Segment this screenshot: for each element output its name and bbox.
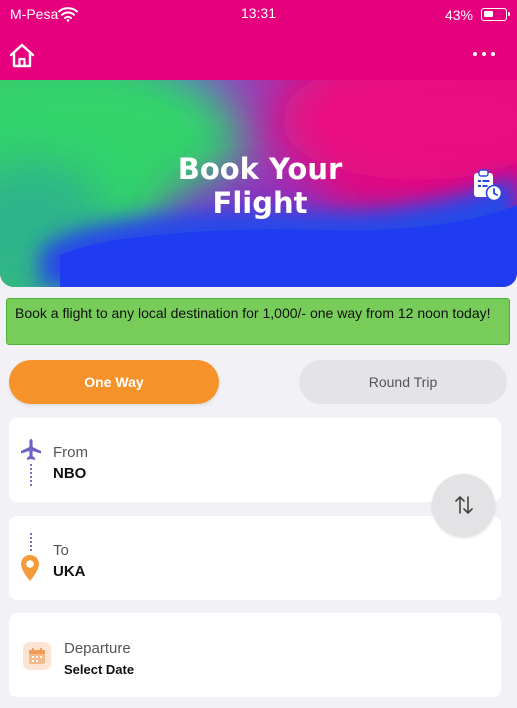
swap-destinations-button[interactable]	[432, 474, 495, 537]
round-trip-button[interactable]: Round Trip	[299, 360, 507, 404]
page-title-line-2: Flight	[212, 186, 308, 220]
promo-banner: Book a flight to any local destination f…	[6, 298, 510, 345]
menu-dot	[482, 52, 486, 56]
home-icon[interactable]	[8, 42, 36, 70]
page-title: Book Your Flight	[0, 152, 517, 220]
route-dotted-line	[30, 533, 32, 553]
departure-date-field[interactable]: Departure Select Date	[9, 613, 501, 697]
menu-dot	[473, 52, 477, 56]
app-bar	[0, 30, 517, 80]
plane-departure-icon	[21, 439, 41, 460]
calendar-icon-badge	[23, 642, 51, 670]
from-airport-field[interactable]: From NBO	[9, 418, 501, 502]
departure-value: Select Date	[64, 662, 135, 677]
location-pin-icon	[21, 555, 39, 581]
to-value: UKA	[53, 563, 86, 580]
calendar-icon	[29, 648, 45, 664]
from-value: NBO	[53, 465, 87, 482]
to-airport-field[interactable]: To UKA	[9, 516, 501, 600]
route-dotted-line	[30, 464, 32, 486]
battery-icon	[481, 8, 510, 21]
menu-dot	[491, 52, 495, 56]
one-way-button[interactable]: One Way	[9, 360, 219, 404]
departure-label: Departure	[64, 640, 131, 657]
battery-percentage: 43%	[444, 7, 473, 23]
status-time: 13:31	[240, 5, 277, 21]
page-title-line-1: Book Your	[177, 152, 343, 186]
from-label: From	[53, 444, 88, 461]
swap-arrows-icon	[455, 496, 473, 514]
to-label: To	[53, 542, 69, 559]
booking-history-icon[interactable]	[471, 168, 503, 202]
more-horizontal-icon[interactable]	[473, 50, 495, 58]
hero-banner: Book Your Flight	[0, 80, 517, 287]
status-bar: M-Pesa 13:31 43%	[0, 0, 517, 30]
